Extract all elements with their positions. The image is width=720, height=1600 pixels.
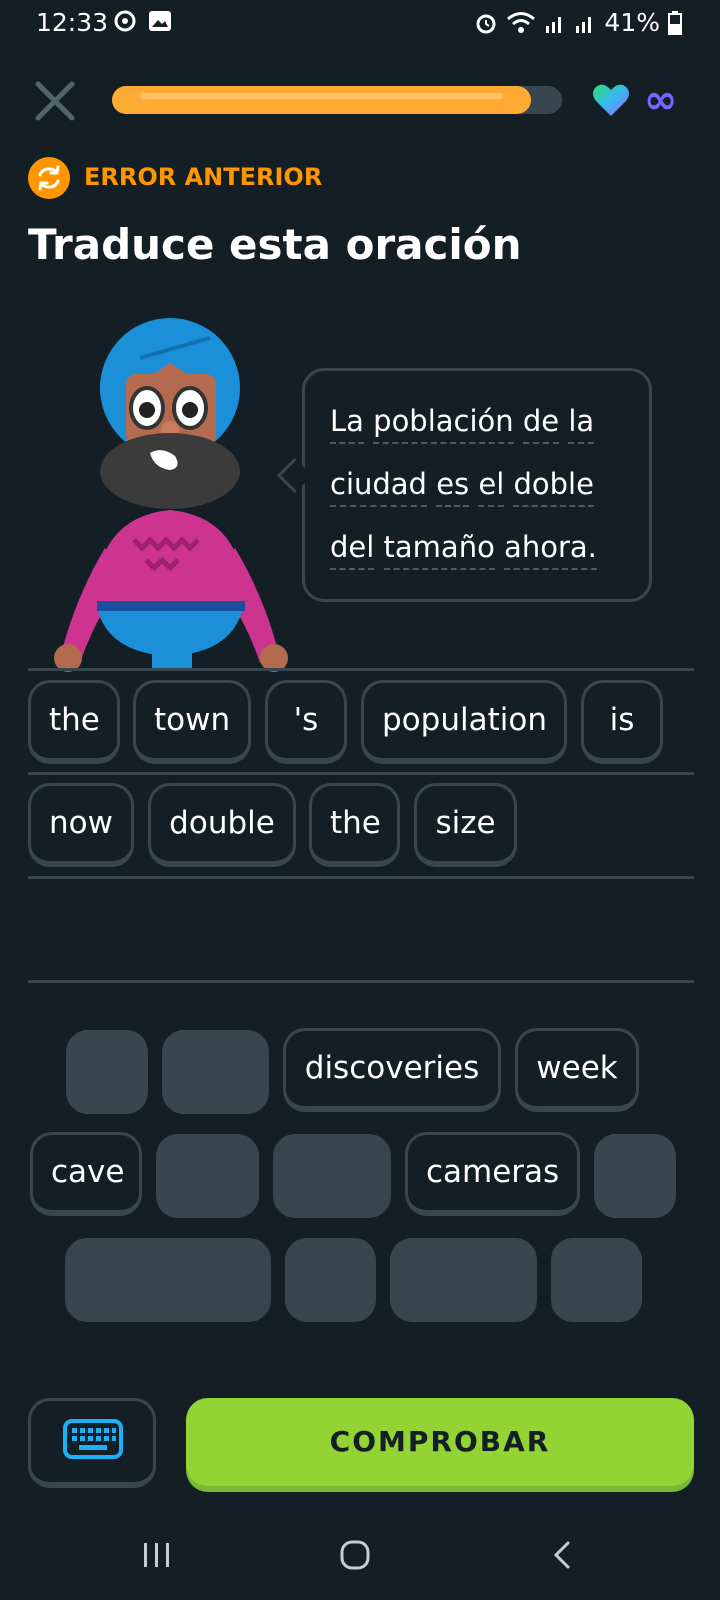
prompt-word[interactable]: población (373, 404, 514, 444)
keyboard-icon (63, 1419, 123, 1459)
lesson-progress-fill (112, 86, 531, 114)
word-bank-slot-empty (390, 1238, 537, 1322)
back-icon[interactable] (548, 1540, 578, 1570)
prompt-sentence: La población de la ciudad es el doble de… (330, 390, 640, 579)
word-bank-chip[interactable]: week (515, 1028, 639, 1112)
word-bank-chip[interactable]: cameras (405, 1132, 580, 1216)
image-icon (149, 11, 171, 31)
prompt-word[interactable]: ciudad (330, 467, 427, 507)
check-button[interactable]: COMPROBAR (186, 1398, 694, 1486)
refresh-icon (28, 157, 70, 199)
word-bank-slot-empty (285, 1238, 376, 1322)
wifi-icon (507, 11, 536, 33)
answer-line (28, 668, 694, 671)
alarm-icon (476, 14, 496, 33)
battery-icon (668, 10, 682, 35)
home-icon[interactable] (340, 1540, 370, 1570)
answer-chip[interactable]: 's (265, 680, 347, 764)
word-bank-slot-empty (65, 1238, 271, 1322)
close-icon[interactable] (30, 76, 80, 126)
character-avatar (54, 318, 288, 672)
battery-percent: 41% (604, 8, 660, 37)
answer-chip[interactable]: town (133, 680, 251, 764)
word-bank-slot-empty (66, 1030, 148, 1114)
answer-chip[interactable]: is (581, 680, 663, 764)
prompt-word[interactable]: ahora. (504, 530, 597, 570)
answer-chip[interactable]: double (148, 783, 296, 867)
word-bank-slot-empty (594, 1134, 676, 1218)
answer-line (28, 980, 694, 983)
status-time: 12:33 (36, 8, 109, 37)
recent-apps-icon[interactable] (142, 1540, 172, 1570)
answer-line (28, 876, 694, 879)
word-bank-slot-empty (162, 1030, 269, 1114)
prompt-line: La población de la (330, 390, 640, 453)
keyboard-button[interactable] (28, 1398, 156, 1488)
answer-chip[interactable]: size (414, 783, 517, 867)
lesson-progress-bar (112, 86, 562, 114)
page-title: Traduce esta oración (28, 220, 522, 269)
word-bank-chip[interactable]: discoveries (283, 1028, 501, 1112)
word-bank-chip[interactable]: cave (30, 1132, 142, 1216)
prompt-word[interactable]: La (330, 404, 364, 444)
gear-icon (114, 10, 136, 32)
word-bank-slot-empty (273, 1134, 391, 1218)
signal-icon (546, 16, 562, 33)
signal-icon (576, 16, 592, 33)
answer-chip[interactable]: the (28, 680, 120, 764)
previous-error-label: ERROR ANTERIOR (84, 163, 323, 191)
lesson-progress-shine (140, 93, 503, 99)
heart-icon[interactable] (592, 82, 630, 118)
answer-chip[interactable]: now (28, 783, 134, 867)
prompt-word[interactable]: tamaño (383, 530, 495, 570)
prompt-word[interactable]: el (478, 467, 505, 507)
prompt-word[interactable]: es (436, 467, 470, 507)
prompt-word[interactable]: del (330, 530, 375, 570)
hearts-count: ∞ (644, 77, 678, 123)
word-bank-slot-empty (551, 1238, 642, 1322)
prompt-word[interactable]: de (522, 404, 560, 444)
status-right-group: 41% (474, 8, 682, 37)
prompt-line: ciudad es el doble (330, 453, 640, 516)
prompt-word[interactable]: la (568, 404, 595, 444)
answer-line (28, 772, 694, 775)
prompt-line: del tamaño ahora. (330, 516, 640, 579)
status-notification-icons (112, 8, 172, 34)
prompt-word[interactable]: doble (513, 467, 594, 507)
answer-chip[interactable]: the (309, 783, 400, 867)
answer-chip[interactable]: population (361, 680, 567, 764)
word-bank-slot-empty (156, 1134, 259, 1218)
